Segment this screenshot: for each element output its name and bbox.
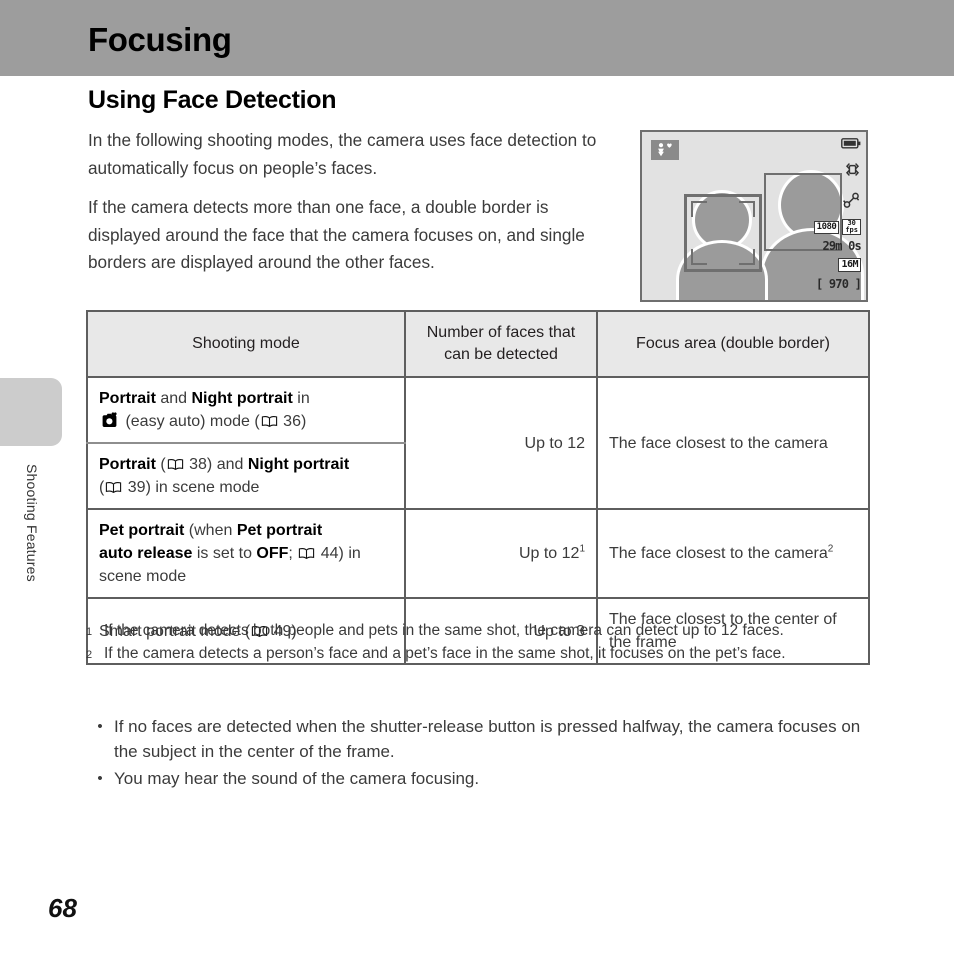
page-title: Focusing	[88, 21, 232, 58]
body-text-column: In the following shooting modes, the cam…	[88, 127, 616, 289]
double-border-focus-area	[684, 194, 762, 272]
footnotes: 1 If the camera detects both people and …	[86, 620, 872, 666]
night-portrait-icon	[651, 140, 679, 160]
footnote-marker: 2	[86, 649, 93, 661]
footnote-reference: 2	[827, 543, 834, 555]
book-icon	[167, 459, 183, 471]
section-heading: Using Face Detection	[88, 86, 337, 114]
footnote-2: 2 If the camera detects a person’s face …	[86, 643, 872, 666]
paragraph-2: If the camera detects more than one face…	[88, 197, 585, 272]
cell-face-count-0: Up to 12	[404, 376, 598, 510]
footnote-1: 1 If the camera detects both people and …	[86, 620, 872, 643]
bullet-icon: •	[97, 770, 103, 787]
face-detection-table: Shooting mode Number of faces that can b…	[86, 310, 870, 665]
remaining-recording-time: 29m 0s	[822, 239, 861, 253]
list-item: • You may hear the sound of the camera f…	[86, 766, 872, 791]
focus-corner-top-right	[739, 201, 755, 217]
image-size-badge: 16M	[838, 258, 861, 272]
column-header-face-count: Number of faces that can be detected	[404, 310, 598, 378]
easy-auto-icon	[102, 412, 117, 427]
table-row: Pet portrait (when Pet portrait auto rele…	[86, 508, 870, 599]
chapter-tab-label: Shooting Features	[24, 464, 40, 582]
frame-rate-badge: 30 fps	[842, 219, 861, 235]
camera-osd: 1080 30 fps 29m 0s 16M [ 970 ]	[787, 138, 862, 291]
note-bullets: • If no faces are detected when the shut…	[86, 714, 872, 793]
list-item: • If no faces are detected when the shut…	[86, 714, 872, 764]
cell-shooting-mode-2: Pet portrait (when Pet portrait auto rele…	[86, 508, 406, 599]
cell-face-count-2: Up to 121	[404, 508, 598, 599]
frame-rate-bottom: fps	[845, 226, 858, 234]
shots-remaining: [ 970 ]	[816, 277, 862, 291]
focus-corner-bottom-right	[739, 249, 755, 265]
table-header-row: Shooting mode Number of faces that can b…	[86, 310, 870, 378]
movie-size-badge: 1080	[813, 220, 840, 234]
cell-focus-area-2: The face closest to the camera2	[596, 508, 870, 599]
focus-corner-bottom-left	[691, 249, 707, 265]
book-icon	[299, 548, 315, 560]
book-icon	[106, 482, 122, 494]
footnote-marker: 1	[86, 626, 93, 638]
chapter-tab-marker	[0, 378, 62, 446]
cell-shooting-mode-1: Portrait ( 38) and Night portrait( 39) i…	[86, 442, 406, 510]
column-header-shooting-mode: Shooting mode	[86, 310, 406, 378]
movie-format-row: 1080 30 fps	[813, 219, 861, 235]
column-header-focus-area: Focus area (double border)	[596, 310, 870, 378]
page-number: 68	[48, 893, 77, 923]
manual-page: Focusing Using Face Detection In the fol…	[0, 0, 954, 954]
focus-corner-top-left	[691, 201, 707, 217]
wind-noise-icon	[842, 192, 861, 209]
cell-focus-area-0: The face closest to the camera	[596, 376, 870, 510]
footnote-reference: 1	[579, 543, 585, 555]
footnote-text: If the camera detects both people and pe…	[104, 622, 784, 639]
battery-icon	[841, 138, 861, 149]
cell-shooting-mode-0: Portrait and Night portrait in (easy aut…	[86, 376, 406, 444]
bullet-icon: •	[97, 718, 103, 735]
bullet-text: You may hear the sound of the camera foc…	[114, 769, 480, 788]
camera-display-illustration: 1080 30 fps 29m 0s 16M [ 970 ]	[640, 130, 868, 302]
image-size-row: 16M	[838, 258, 861, 272]
bullet-text: If no faces are detected when the shutte…	[114, 717, 861, 761]
vibration-reduction-icon	[844, 161, 861, 178]
table-row: Portrait and Night portrait in (easy aut…	[86, 376, 870, 510]
book-icon	[261, 416, 277, 428]
paragraph-1: In the following shooting modes, the cam…	[88, 130, 597, 178]
footnote-text: If the camera detects a person’s face an…	[104, 645, 786, 662]
